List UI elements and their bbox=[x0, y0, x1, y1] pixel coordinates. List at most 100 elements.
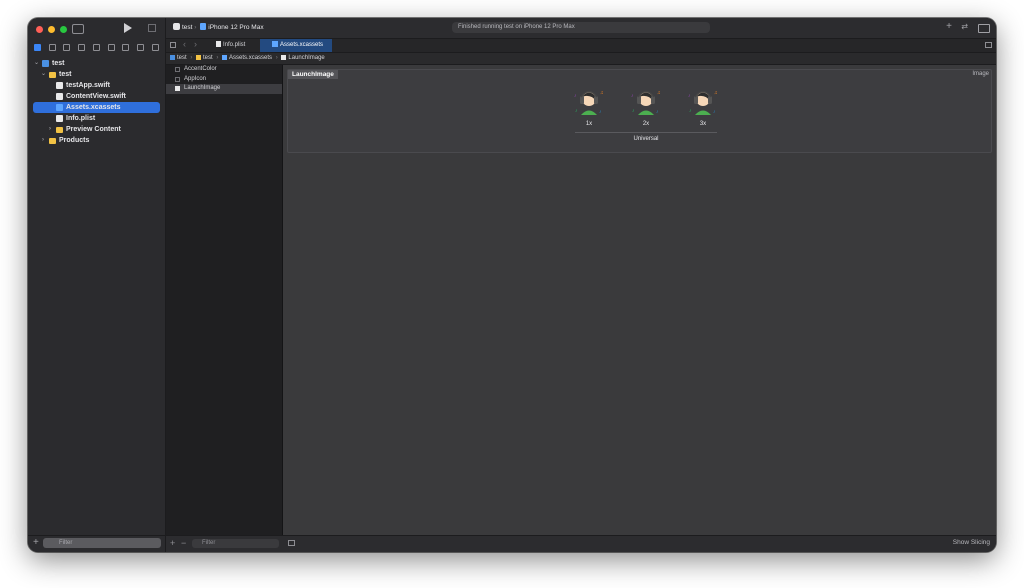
find-navigator-icon[interactable] bbox=[78, 43, 86, 51]
folder-icon bbox=[56, 127, 63, 133]
chevron-down-icon[interactable]: ⌄ bbox=[34, 58, 39, 69]
tree-item-info-plist[interactable]: Info.plist bbox=[28, 113, 165, 124]
library-plus-button[interactable]: + bbox=[946, 21, 952, 32]
stop-button[interactable] bbox=[148, 24, 156, 32]
inspector-toggle-icon[interactable] bbox=[978, 24, 990, 33]
color-set-icon bbox=[175, 67, 180, 72]
tree-item-assets-xcassets[interactable]: Assets.xcassets bbox=[33, 102, 160, 113]
chevron-left-icon[interactable]: ‹ bbox=[183, 39, 186, 49]
test-navigator-icon[interactable] bbox=[107, 43, 115, 51]
chevron-right-icon: › bbox=[194, 24, 197, 31]
jumpbar-item-project[interactable]: test bbox=[177, 55, 187, 61]
image-set-icon bbox=[281, 55, 287, 60]
jump-bar: test › test › Assets.xcassets › LaunchIm… bbox=[166, 53, 996, 65]
svg-text:♪: ♪ bbox=[689, 108, 692, 114]
debug-navigator-icon[interactable] bbox=[122, 43, 130, 51]
editor-bottom-bar: + − Filter Show Slicing bbox=[166, 535, 996, 552]
show-slicing-button[interactable]: Show Slicing bbox=[953, 539, 990, 546]
tab-info-plist[interactable]: Info.plist bbox=[216, 39, 260, 52]
tree-item-preview-content[interactable]: › Preview Content bbox=[28, 124, 165, 135]
window-toolbar: test › iPhone 12 Pro Max Finished runnin… bbox=[166, 18, 996, 39]
code-review-arrows-icon[interactable]: ⇄ bbox=[961, 22, 968, 31]
svg-text:♪: ♪ bbox=[599, 109, 602, 115]
tree-item-group-test[interactable]: ⌄ test bbox=[28, 69, 165, 80]
chevron-right-icon[interactable]: › bbox=[49, 124, 51, 135]
svg-text:♫: ♫ bbox=[714, 90, 718, 96]
svg-text:♪: ♪ bbox=[688, 93, 691, 99]
svg-text:♫: ♫ bbox=[600, 90, 604, 96]
tree-item-project[interactable]: ⌄ test bbox=[28, 58, 165, 69]
swift-file-icon bbox=[56, 93, 63, 100]
image-slot-1x[interactable]: ♫ ♪ ♪ ♪ 1x bbox=[571, 84, 607, 130]
issue-navigator-icon[interactable] bbox=[92, 43, 100, 51]
headphones-person-icon: ♫ ♪ ♪ ♪ bbox=[631, 90, 661, 115]
slots-divider bbox=[575, 132, 717, 133]
minimize-window-button[interactable] bbox=[48, 26, 55, 33]
breakpoint-navigator-icon[interactable] bbox=[137, 43, 145, 51]
image-slot-3x[interactable]: ♫ ♪ ♪ ♪ 3x bbox=[685, 84, 721, 130]
swift-file-icon bbox=[56, 82, 63, 89]
tree-item-contentview-swift[interactable]: ContentView.swift bbox=[28, 91, 165, 102]
tab-assets-xcassets[interactable]: Assets.xcassets bbox=[260, 39, 332, 52]
navigator-filter-input[interactable]: Filter bbox=[43, 538, 161, 548]
navigator-sidebar: ⌄ test ⌄ test testApp.swift ContentView.… bbox=[28, 18, 166, 552]
navigator-filter-bar: + Filter bbox=[28, 535, 165, 552]
svg-text:♪: ♪ bbox=[713, 109, 716, 115]
svg-text:♫: ♫ bbox=[657, 90, 661, 96]
svg-text:♪: ♪ bbox=[631, 93, 634, 99]
chevron-down-icon[interactable]: ⌄ bbox=[41, 69, 46, 80]
sidebar-toggle-icon[interactable] bbox=[72, 24, 84, 34]
add-file-button[interactable]: + bbox=[33, 537, 39, 548]
symbol-navigator-icon[interactable] bbox=[63, 43, 71, 51]
jumpbar-item-catalog[interactable]: Assets.xcassets bbox=[229, 55, 272, 61]
jumpbar-item-group[interactable]: test bbox=[203, 55, 213, 61]
tree-item-products[interactable]: › Products bbox=[28, 135, 165, 146]
folder-icon bbox=[196, 55, 202, 60]
folder-icon bbox=[49, 72, 56, 78]
source-control-navigator-icon[interactable] bbox=[48, 43, 56, 51]
report-navigator-icon[interactable] bbox=[152, 43, 159, 51]
plist-file-icon bbox=[216, 41, 221, 47]
headphones-person-icon: ♫ ♪ ♪ ♪ bbox=[688, 90, 718, 115]
idiom-label: Universal bbox=[633, 136, 659, 142]
svg-text:♪: ♪ bbox=[575, 108, 578, 114]
tree-item-testapp-swift[interactable]: testApp.swift bbox=[28, 80, 165, 91]
editor-tab-bar: ‹ › Info.plist Assets.xcassets bbox=[166, 39, 996, 53]
image-set-kind: Image bbox=[972, 71, 989, 77]
add-editor-split-icon[interactable] bbox=[985, 42, 992, 48]
folder-icon bbox=[49, 138, 56, 144]
project-navigator-icon[interactable] bbox=[33, 43, 41, 51]
chevron-right-icon[interactable]: › bbox=[194, 39, 197, 49]
image-set-name[interactable]: LaunchImage bbox=[288, 70, 338, 79]
chevron-right-icon: › bbox=[190, 55, 193, 61]
xcode-window: ⌄ test ⌄ test testApp.swift ContentView.… bbox=[28, 18, 996, 552]
asset-item-launchimage[interactable]: LaunchImage bbox=[166, 84, 282, 94]
related-items-grid-icon[interactable] bbox=[170, 42, 176, 48]
asset-item-accentcolor[interactable]: AccentColor bbox=[166, 65, 282, 75]
remove-asset-button[interactable]: − bbox=[181, 538, 186, 548]
close-window-button[interactable] bbox=[36, 26, 43, 33]
asset-list: AccentColor AppIcon LaunchImage bbox=[166, 65, 283, 536]
zoom-window-button[interactable] bbox=[60, 26, 67, 33]
toggle-attributes-icon[interactable] bbox=[288, 540, 295, 546]
asset-item-appicon[interactable]: AppIcon bbox=[166, 75, 282, 85]
asset-catalog-icon bbox=[272, 41, 278, 47]
asset-catalog-icon bbox=[56, 104, 63, 111]
activity-status: Finished running test on iPhone 12 Pro M… bbox=[452, 22, 710, 33]
chevron-right-icon: › bbox=[216, 55, 219, 61]
plist-file-icon bbox=[56, 115, 63, 122]
project-icon bbox=[42, 60, 49, 67]
asset-catalog-icon bbox=[222, 55, 228, 60]
run-button[interactable] bbox=[124, 23, 132, 33]
main-area: test › iPhone 12 Pro Max Finished runnin… bbox=[166, 18, 996, 552]
scheme-selector[interactable]: test › iPhone 12 Pro Max bbox=[173, 23, 264, 31]
chevron-right-icon[interactable]: › bbox=[42, 135, 44, 146]
image-set-panel: LaunchImage Image ♫ ♪ ♪ ♪ 1x ♫ ♪ ♪ ♪ 2x … bbox=[287, 69, 992, 153]
jumpbar-item-asset[interactable]: LaunchImage bbox=[288, 55, 324, 61]
asset-filter-input[interactable]: Filter bbox=[192, 539, 279, 548]
svg-text:♪: ♪ bbox=[574, 93, 577, 99]
add-asset-button[interactable]: + bbox=[170, 538, 175, 548]
svg-text:♪: ♪ bbox=[632, 108, 635, 114]
image-slot-2x[interactable]: ♫ ♪ ♪ ♪ 2x bbox=[628, 84, 664, 130]
svg-text:♪: ♪ bbox=[656, 109, 659, 115]
